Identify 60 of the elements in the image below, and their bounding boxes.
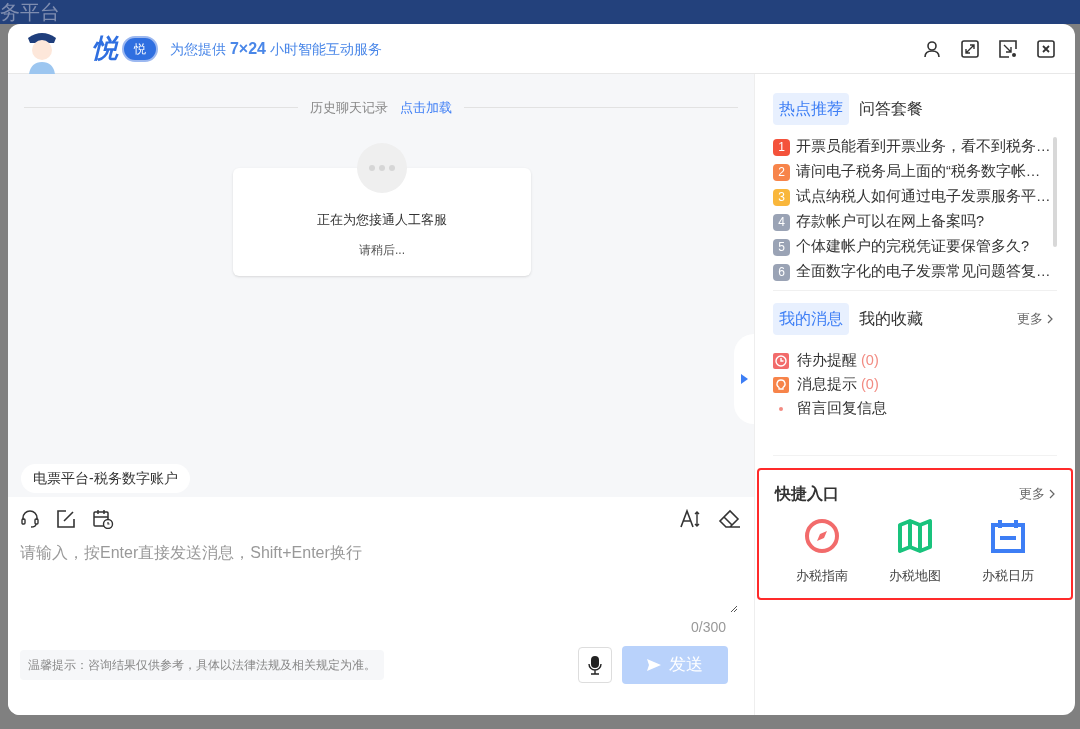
quick-entry-title: 快捷入口 — [775, 484, 839, 504]
microphone-button[interactable] — [578, 647, 612, 683]
typing-indicator-icon — [357, 142, 407, 193]
rank-badge: 6 — [773, 263, 790, 281]
load-history-link[interactable]: 点击加载 — [400, 98, 452, 118]
scrollbar[interactable] — [1053, 137, 1057, 247]
panel-tab[interactable]: 我的消息 — [773, 303, 849, 335]
background-title: 务平台 — [0, 0, 60, 24]
history-label: 历史聊天记录 — [310, 99, 388, 117]
message-item-label[interactable]: 消息提示 (0) — [797, 374, 879, 396]
quick-entry-item[interactable]: 办税地图 — [868, 518, 962, 586]
more-link[interactable]: 更多 — [1019, 484, 1055, 504]
context-chip[interactable]: 电票平台-税务数字账户 — [21, 464, 190, 493]
edit-icon[interactable] — [56, 509, 76, 529]
send-icon — [647, 659, 661, 671]
lightbulb-icon — [773, 377, 789, 393]
hot-question-link[interactable]: 试点纳税人如何通过电子发票服务平… — [796, 186, 1051, 208]
rank-badge: 2 — [773, 163, 790, 181]
user-icon[interactable] — [923, 39, 941, 58]
calendar-clock-icon[interactable] — [92, 509, 114, 529]
eraser-icon[interactable] — [718, 509, 742, 529]
panel-tab[interactable]: 问答套餐 — [853, 93, 929, 125]
headset-icon[interactable] — [20, 509, 40, 529]
more-link[interactable]: 更多 — [1017, 309, 1053, 329]
hot-question-link[interactable]: 全面数字化的电子发票常见问题答复… — [796, 261, 1051, 283]
compass-icon — [803, 518, 840, 554]
expand-icon[interactable] — [961, 39, 979, 58]
close-icon[interactable] — [1037, 39, 1055, 58]
panel-tab[interactable]: 我的收藏 — [853, 303, 929, 335]
message-input[interactable]: 请输入，按Enter直接发送消息，Shift+Enter换行 — [20, 541, 742, 613]
rank-badge: 5 — [773, 238, 790, 256]
rank-badge: 1 — [773, 138, 790, 156]
chevron-right-icon — [1047, 314, 1053, 324]
clock-icon — [773, 353, 789, 369]
microphone-icon — [588, 655, 602, 675]
map-icon — [897, 518, 933, 554]
rank-badge: 4 — [773, 213, 790, 231]
header-tagline: 为您提供 7×24 小时智能互动服务 — [170, 38, 382, 59]
disclaimer-tip: 温馨提示：咨询结果仅供参考，具体以法律法规及相关规定为准。 — [20, 650, 384, 680]
hot-question-link[interactable]: 存款帐户可以在网上备案吗? — [796, 211, 985, 233]
resize-handle-icon — [730, 605, 738, 613]
character-counter: 0/300 — [690, 618, 726, 637]
hot-question-link[interactable]: 开票员能看到开票业务，看不到税务… — [796, 136, 1051, 158]
triangle-right-icon — [740, 374, 748, 384]
minimize-icon[interactable] — [999, 39, 1017, 58]
hot-question-link[interactable]: 请问电子税务局上面的“税务数字帐… — [796, 161, 1041, 183]
chevron-right-icon — [1049, 489, 1055, 499]
message-item-label[interactable]: 留言回复信息 — [797, 398, 887, 420]
brand-logo: 悦 — [92, 32, 118, 65]
message-item-label[interactable]: 待办提醒 (0) — [797, 350, 879, 372]
rank-badge: 3 — [773, 188, 790, 206]
collapse-toggle[interactable] — [734, 334, 754, 424]
font-size-icon[interactable] — [680, 509, 702, 529]
hot-question-link[interactable]: 个体建帐户的完税凭证要保管多久? — [796, 236, 1030, 258]
quick-entry-item[interactable]: 办税日历 — [961, 518, 1055, 586]
status-subtitle: 请稍后... — [359, 242, 405, 259]
quick-entry-item[interactable]: 办税指南 — [775, 518, 869, 586]
calendar-icon — [990, 518, 1027, 554]
brand-badge: 悦 — [122, 35, 158, 62]
status-title: 正在为您接通人工客服 — [317, 210, 447, 229]
